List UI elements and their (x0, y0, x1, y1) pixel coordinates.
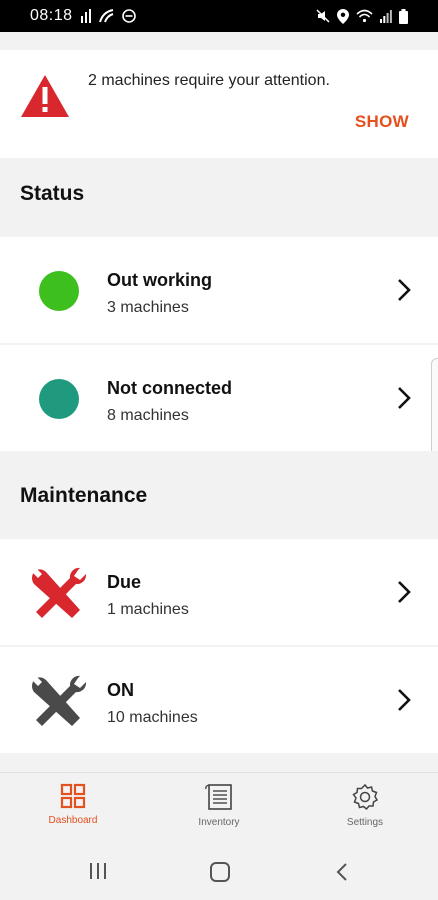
battery-icon (399, 8, 408, 24)
maintenance-section-header: Maintenance (0, 451, 438, 537)
maintenance-row-on[interactable]: ON 10 machines (0, 647, 438, 753)
status-section-title: Status (20, 182, 85, 205)
row-subtitle: 10 machines (107, 709, 198, 726)
nav-settings-label: Settings (346, 817, 384, 828)
nav-dashboard[interactable]: Dashboard (23, 783, 123, 826)
show-button[interactable]: SHOW (355, 112, 409, 132)
row-subtitle: 3 machines (107, 299, 189, 316)
alert-message: 2 machines require your attention. (88, 72, 330, 89)
status-dot-green-icon (39, 271, 79, 311)
back-icon[interactable] (335, 862, 349, 882)
row-subtitle: 1 machines (107, 601, 189, 618)
chevron-right-icon (398, 689, 411, 711)
status-bar-left: 08:18 (30, 7, 136, 25)
row-subtitle: 8 machines (107, 407, 189, 424)
home-icon[interactable] (209, 862, 231, 882)
status-row-not-connected[interactable]: Not connected 8 machines (0, 345, 438, 451)
system-navigation-bar (0, 842, 438, 900)
status-bar: 08:18 (0, 0, 438, 32)
dnd-icon (121, 9, 136, 23)
nav-dashboard-label: Dashboard (48, 815, 98, 826)
row-title: ON (107, 680, 134, 700)
wrench-gray-icon (32, 675, 87, 726)
mute-icon (316, 9, 330, 23)
row-title: Out working (107, 270, 212, 290)
row-title: Due (107, 572, 142, 592)
inventory-icon (205, 784, 232, 810)
top-spacer (0, 32, 438, 50)
status-dot-teal-icon (39, 379, 79, 419)
wrench-red-icon (32, 567, 87, 618)
bottom-navigation: Dashboard Inventory Settings (0, 772, 438, 842)
wifi-icon (356, 9, 373, 23)
settings-icon (352, 783, 379, 811)
status-row-out-working[interactable]: Out working 3 machines (0, 237, 438, 343)
status-time: 08:18 (30, 7, 73, 24)
nav-settings[interactable]: Settings (315, 783, 415, 828)
nav-inventory[interactable]: Inventory (169, 783, 269, 828)
dashboard-icon (60, 783, 86, 809)
chevron-right-icon (398, 581, 411, 603)
row-title: Not connected (107, 378, 233, 398)
warning-icon (21, 75, 69, 117)
status-section-header: Status (0, 158, 438, 234)
location-icon (337, 8, 349, 24)
cell-signal-icon (380, 9, 392, 23)
chevron-right-icon (398, 387, 411, 409)
status-bar-right (316, 8, 408, 24)
signal-bars-icon (80, 9, 91, 23)
data-icon (98, 9, 113, 23)
maintenance-row-due[interactable]: Due 1 machines (0, 539, 438, 645)
maintenance-section-title: Maintenance (20, 484, 148, 507)
recents-icon[interactable] (88, 862, 108, 880)
attention-alert-card: 2 machines require your attention. SHOW (0, 50, 438, 158)
nav-inventory-label: Inventory (198, 817, 240, 828)
chevron-right-icon (398, 279, 411, 301)
